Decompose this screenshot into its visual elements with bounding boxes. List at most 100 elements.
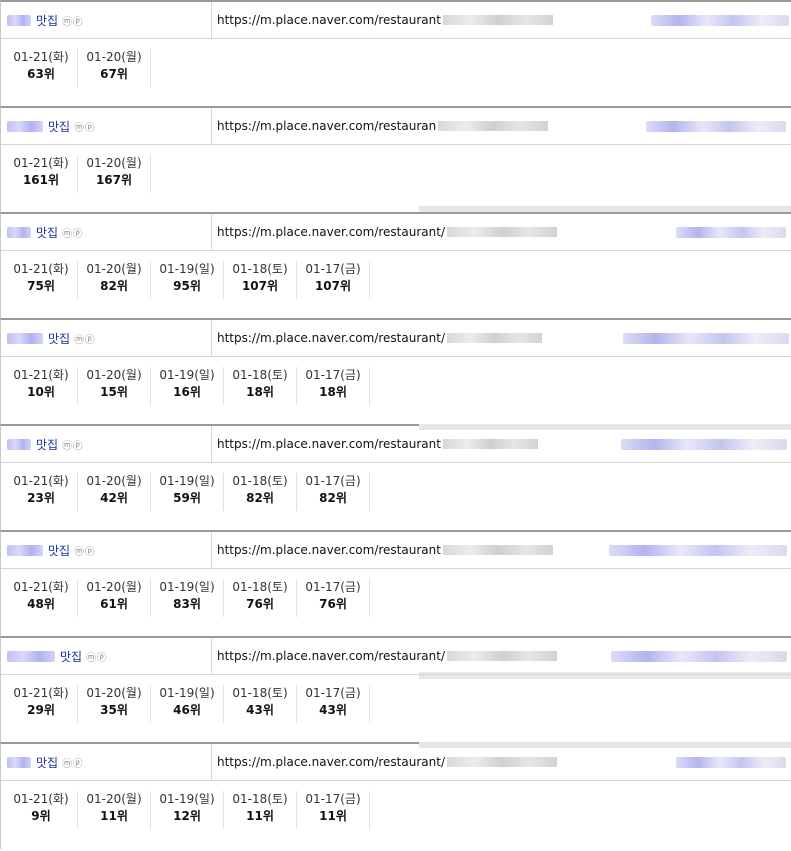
keyword-link[interactable]: 맛집 (36, 224, 58, 241)
mobile-pc-icon: ⓜⓟ (74, 122, 96, 134)
mobile-pc-icon: ⓜⓟ (86, 652, 108, 664)
rank-value: 67위 (100, 67, 128, 81)
rank-value: 9위 (31, 809, 51, 823)
redacted-place-name (621, 439, 787, 450)
keyword-cell: 맛집 ⓜⓟ (1, 638, 212, 674)
redacted-region-name (7, 332, 43, 344)
rank-date: 01-21(화) (13, 368, 69, 382)
entry-header: 맛집 ⓜⓟ https://m.place.naver.com/restaura… (1, 744, 791, 781)
entry-header: 맛집 ⓜⓟ https://m.place.naver.com/restaura… (1, 426, 791, 463)
rank-value: 15위 (100, 385, 128, 399)
keyword-link[interactable]: 맛집 (48, 330, 70, 347)
place-url[interactable]: https://m.place.naver.com/restaurant (217, 437, 441, 451)
rank-cell: 01-17(금) 43위 (297, 685, 370, 723)
keyword-link[interactable]: 맛집 (36, 12, 58, 29)
place-url[interactable]: https://m.place.naver.com/restaurant (217, 543, 441, 557)
rank-date: 01-18(토) (232, 686, 288, 700)
shade-bar (419, 206, 791, 212)
rank-date: 01-19(일) (159, 474, 215, 488)
mobile-pc-icon: ⓜⓟ (74, 546, 96, 558)
rank-value: 61위 (100, 597, 128, 611)
redacted-place-id (447, 227, 557, 237)
rank-history: 01-21(화) 23위 01-20(월) 42위 01-19(일) 59위 01-1… (1, 463, 791, 511)
entry-header: 맛집 ⓜⓟ https://m.place.naver.com/restaura… (1, 214, 791, 251)
keyword-cell: 맛집 ⓜⓟ (1, 744, 212, 780)
rank-value: 83위 (173, 597, 201, 611)
rank-cell: 01-20(월) 15위 (78, 367, 151, 405)
place-url[interactable]: https://m.place.naver.com/restaurant/ (217, 755, 445, 769)
rank-cell: 01-17(금) 107위 (297, 261, 370, 299)
rank-cell: 01-19(일) 46위 (151, 685, 224, 723)
rank-cell: 01-21(화) 75위 (5, 261, 78, 299)
rank-value: 75위 (27, 279, 55, 293)
rank-date: 01-20(월) (86, 50, 142, 64)
rank-date: 01-17(금) (305, 580, 361, 594)
rank-cell: 01-21(화) 9위 (5, 791, 78, 829)
keyword-link[interactable]: 맛집 (36, 754, 58, 771)
rank-cell: 01-20(월) 61위 (78, 579, 151, 617)
rank-value: 95위 (173, 279, 201, 293)
rank-date: 01-18(토) (232, 368, 288, 382)
rank-history: 01-21(화) 75위 01-20(월) 82위 01-19(일) 95위 01-1… (1, 251, 791, 299)
keyword-cell: 맛집 ⓜⓟ (1, 108, 212, 144)
rank-history: 01-21(화) 48위 01-20(월) 61위 01-19(일) 83위 01-1… (1, 569, 791, 617)
rank-value: 161위 (22, 173, 60, 187)
rank-value: 107위 (314, 279, 352, 293)
rank-history: 01-21(화) 9위 01-20(월) 11위 01-19(일) 12위 01-18… (1, 781, 791, 829)
rank-cell: 01-20(월) 11위 (78, 791, 151, 829)
rank-date: 01-18(토) (232, 792, 288, 806)
keyword-cell: 맛집 ⓜⓟ (1, 320, 212, 356)
rank-value: 16위 (173, 385, 201, 399)
rank-value: 11위 (319, 809, 347, 823)
keyword-link[interactable]: 맛집 (48, 118, 70, 135)
rank-value: 18위 (319, 385, 347, 399)
rank-value: 167위 (95, 173, 133, 187)
rank-date: 01-19(일) (159, 368, 215, 382)
keyword-cell: 맛집 ⓜⓟ (1, 2, 212, 38)
rank-cell: 01-21(화) 48위 (5, 579, 78, 617)
rank-cell: 01-19(일) 95위 (151, 261, 224, 299)
entry-header: 맛집 ⓜⓟ https://m.place.naver.com/restaura… (1, 638, 791, 675)
mobile-pc-icon: ⓜⓟ (62, 758, 84, 770)
rank-cell: 01-17(금) 18위 (297, 367, 370, 405)
mobile-pc-icon: ⓜⓟ (74, 334, 96, 346)
rank-cell: 01-21(화) 10위 (5, 367, 78, 405)
rank-cell: 01-21(화) 29위 (5, 685, 78, 723)
rank-value: 35위 (100, 703, 128, 717)
rank-date: 01-21(화) (13, 50, 69, 64)
keyword-link[interactable]: 맛집 (60, 648, 82, 665)
rank-history: 01-21(화) 10위 01-20(월) 15위 01-19(일) 16위 01-1… (1, 357, 791, 405)
rank-value: 42위 (100, 491, 128, 505)
redacted-place-id (447, 757, 557, 767)
rank-value: 63위 (27, 67, 55, 81)
redacted-region-name (7, 14, 31, 26)
rank-date: 01-21(화) (13, 686, 69, 700)
place-url[interactable]: https://m.place.naver.com/restauran (217, 119, 436, 133)
rank-cell: 01-18(토) 82위 (224, 473, 297, 511)
list-item: 맛집 ⓜⓟ https://m.place.naver.com/restaura… (0, 318, 791, 424)
entry-header: 맛집 ⓜⓟ https://m.place.naver.com/restaura… (1, 320, 791, 357)
place-url[interactable]: https://m.place.naver.com/restaurant/ (217, 225, 445, 239)
redacted-place-name (676, 757, 786, 768)
rank-cell: 01-17(금) 82위 (297, 473, 370, 511)
rank-date: 01-21(화) (13, 156, 69, 170)
place-url[interactable]: https://m.place.naver.com/restaurant/ (217, 331, 445, 345)
list-item: 맛집 ⓜⓟ https://m.place.naver.com/restaura… (0, 0, 791, 106)
redacted-region-name (7, 438, 31, 450)
place-url[interactable]: https://m.place.naver.com/restaurant/ (217, 649, 445, 663)
redacted-region-name (7, 226, 31, 238)
rank-value: 46위 (173, 703, 201, 717)
redacted-place-id (442, 439, 538, 449)
keyword-link[interactable]: 맛집 (48, 542, 70, 559)
rank-value: 76위 (246, 597, 274, 611)
keyword-link[interactable]: 맛집 (36, 436, 58, 453)
rank-cell: 01-21(화) 161위 (5, 155, 78, 193)
rank-date: 01-17(금) (305, 474, 361, 488)
place-url[interactable]: https://m.place.naver.com/restaurant (217, 13, 441, 27)
list-item: 맛집 ⓜⓟ https://m.place.naver.com/restaura… (0, 530, 791, 636)
redacted-region-name (7, 544, 43, 556)
rank-date: 01-20(월) (86, 156, 142, 170)
rank-cell: 01-21(화) 63위 (5, 49, 78, 87)
rank-cell: 01-20(월) 42위 (78, 473, 151, 511)
rank-value: 11위 (246, 809, 274, 823)
